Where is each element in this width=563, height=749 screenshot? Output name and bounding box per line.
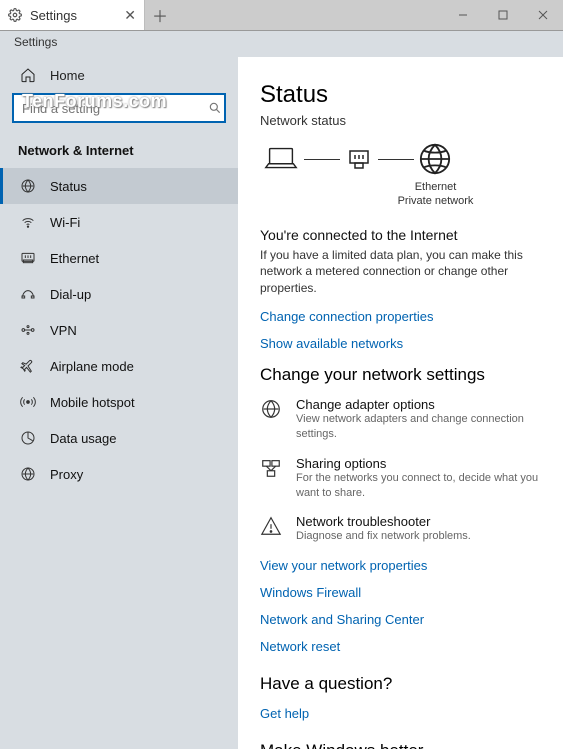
connected-title: You're connected to the Internet	[260, 227, 541, 243]
minimize-button[interactable]	[443, 0, 483, 30]
option-desc: For the networks you connect to, decide …	[296, 471, 541, 501]
gear-icon	[8, 8, 22, 22]
sidebar-item-proxy[interactable]: Proxy	[0, 456, 238, 492]
search-input-wrap[interactable]	[12, 93, 226, 123]
sidebar-item-label: Data usage	[50, 431, 117, 446]
sidebar-item-dialup[interactable]: Dial-up	[0, 276, 238, 312]
dialup-icon	[20, 286, 36, 302]
close-button[interactable]	[523, 0, 563, 30]
sidebar-item-wifi[interactable]: Wi-Fi	[0, 204, 238, 240]
link-view-network-properties[interactable]: View your network properties	[260, 558, 541, 573]
tab-label: Settings	[30, 8, 77, 23]
option-desc: View network adapters and change connect…	[296, 412, 541, 442]
option-title: Network troubleshooter	[296, 514, 471, 529]
sidebar-item-label: Status	[50, 179, 87, 194]
airplane-icon	[20, 358, 36, 374]
breadcrumb: Settings	[0, 31, 563, 57]
sidebar-item-label: Airplane mode	[50, 359, 134, 374]
titlebar: Settings ✕ ＋	[0, 0, 563, 31]
sharing-icon	[260, 456, 282, 501]
sidebar-item-ethernet[interactable]: Ethernet	[0, 240, 238, 276]
connected-text: If you have a limited data plan, you can…	[260, 247, 541, 297]
laptop-icon	[262, 144, 300, 174]
sidebar-item-airplane[interactable]: Airplane mode	[0, 348, 238, 384]
search-input[interactable]	[14, 101, 206, 116]
sidebar-item-label: Proxy	[50, 467, 83, 482]
option-desc: Diagnose and fix network problems.	[296, 529, 471, 544]
option-title: Sharing options	[296, 456, 541, 471]
wifi-icon	[20, 214, 36, 230]
link-windows-firewall[interactable]: Windows Firewall	[260, 585, 541, 600]
vpn-icon	[20, 322, 36, 338]
search-icon	[206, 101, 224, 115]
link-show-available-networks[interactable]: Show available networks	[260, 336, 541, 351]
link-get-help[interactable]: Get help	[260, 706, 541, 721]
option-change-adapter[interactable]: Change adapter options View network adap…	[260, 397, 541, 442]
status-icon	[20, 178, 36, 194]
sidebar-header: Network & Internet	[0, 137, 238, 168]
network-diagram	[262, 142, 541, 176]
sidebar-item-label: Ethernet	[50, 251, 99, 266]
sidebar-home-label: Home	[50, 68, 85, 83]
page-subtitle: Network status	[260, 113, 541, 128]
option-sharing[interactable]: Sharing options For the networks you con…	[260, 456, 541, 501]
ethernet-icon	[20, 250, 36, 266]
tab-close-icon[interactable]: ✕	[124, 7, 136, 24]
settings-header: Change your network settings	[260, 365, 541, 385]
better-header: Make Windows better	[260, 741, 541, 749]
diagram-label: Ethernet Private network	[330, 180, 541, 209]
proxy-icon	[20, 466, 36, 482]
sidebar-item-label: Wi-Fi	[50, 215, 80, 230]
option-title: Change adapter options	[296, 397, 541, 412]
option-troubleshooter[interactable]: Network troubleshooter Diagnose and fix …	[260, 514, 541, 544]
link-change-connection-properties[interactable]: Change connection properties	[260, 309, 541, 324]
sidebar-item-label: VPN	[50, 323, 77, 338]
link-network-reset[interactable]: Network reset	[260, 639, 541, 654]
router-icon	[344, 144, 374, 174]
page-title: Status	[260, 81, 541, 109]
maximize-button[interactable]	[483, 0, 523, 30]
sidebar-home[interactable]: Home	[0, 57, 238, 93]
content-pane: Status Network status Ethernet Private n…	[238, 57, 563, 749]
question-header: Have a question?	[260, 674, 541, 694]
tab-strip: Settings ✕ ＋	[0, 0, 175, 30]
sidebar-item-label: Dial-up	[50, 287, 91, 302]
data-usage-icon	[20, 430, 36, 446]
new-tab-button[interactable]: ＋	[145, 0, 175, 30]
sidebar-item-label: Mobile hotspot	[50, 395, 135, 410]
hotspot-icon	[20, 394, 36, 410]
tab-settings[interactable]: Settings ✕	[0, 0, 145, 30]
sidebar: Home Network & Internet Status Wi-Fi Eth…	[0, 57, 238, 749]
link-network-sharing-center[interactable]: Network and Sharing Center	[260, 612, 541, 627]
troubleshoot-icon	[260, 514, 282, 544]
adapter-icon	[260, 397, 282, 442]
sidebar-item-hotspot[interactable]: Mobile hotspot	[0, 384, 238, 420]
globe-icon	[418, 142, 452, 176]
sidebar-item-vpn[interactable]: VPN	[0, 312, 238, 348]
sidebar-item-datausage[interactable]: Data usage	[0, 420, 238, 456]
home-icon	[20, 67, 36, 83]
sidebar-item-status[interactable]: Status	[0, 168, 238, 204]
